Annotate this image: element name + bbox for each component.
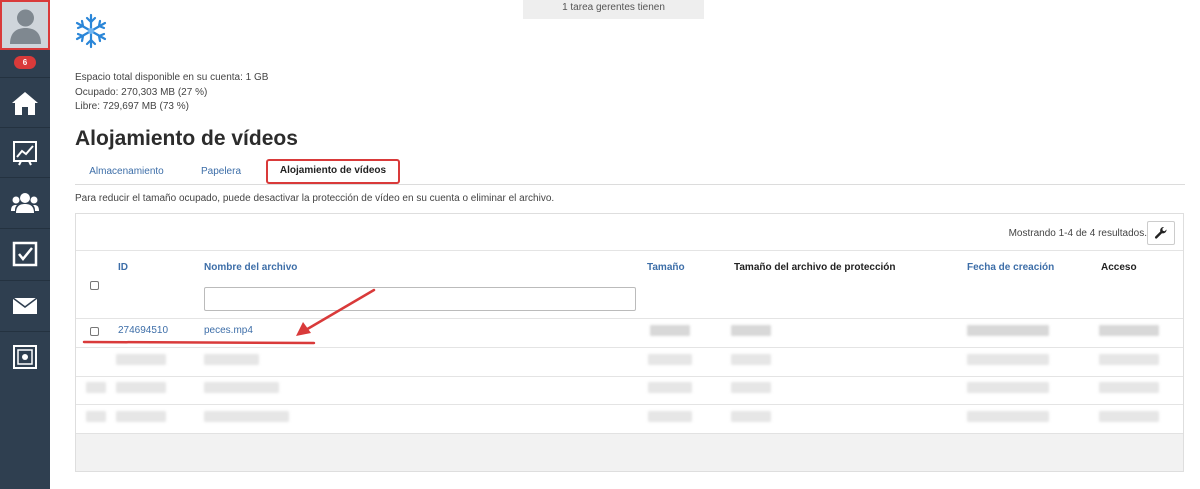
results-count: Mostrando 1-4 de 4 resultados. [1008,228,1147,239]
redacted-cell [967,382,1049,393]
users-icon [11,192,39,213]
column-protection-size: Tamaño del archivo de protección [734,262,896,273]
logo [73,12,109,55]
row-id-link[interactable]: 274694510 [118,325,168,336]
sidebar-item-tasks[interactable] [0,228,50,278]
redacted-cell [116,354,166,365]
wrench-icon [1154,226,1167,239]
redacted-protection-size [731,325,771,336]
redacted-cell [967,354,1049,365]
page-title: Alojamiento de vídeos [75,127,298,150]
column-created[interactable]: Fecha de creación [967,262,1054,273]
envelope-icon [12,296,38,314]
redacted-access [1099,325,1159,336]
storage-used: Ocupado: 270,303 MB (27 %) [75,86,208,98]
redacted-date [967,325,1049,336]
redacted-cell [731,411,771,422]
checkbox-icon [12,241,38,266]
sidebar-item-mail[interactable] [0,280,50,330]
redacted-cell [648,411,692,422]
redacted-cell [731,354,771,365]
redacted-cell [204,354,259,365]
home-icon [12,91,38,115]
tab-bar: Almacenamiento Papelera Alojamiento de v… [75,159,1185,185]
filename-filter-input[interactable] [204,287,636,311]
redacted-cell [86,382,106,393]
storage-info: Espacio total disponible en su cuenta: 1… [75,71,268,115]
row-checkbox[interactable] [90,327,99,336]
select-all-checkbox[interactable] [90,281,99,290]
hint-text: Para reducir el tamaño ocupado, puede de… [75,193,555,204]
snowflake-logo-icon [75,13,107,49]
redacted-cell [967,411,1049,422]
safe-icon [13,344,37,369]
column-filename[interactable]: Nombre del archivo [204,262,297,273]
redacted-cell [204,411,289,422]
chart-icon [13,140,37,165]
row-divider [76,376,1183,377]
sidebar-item-stats[interactable] [0,127,50,177]
column-access: Acceso [1101,262,1137,273]
storage-total: Espacio total disponible en su cuenta: 1… [75,72,269,83]
row-divider [76,404,1183,405]
redacted-cell [116,411,166,422]
avatar[interactable] [0,0,50,50]
user-avatar-icon [10,9,41,44]
table-footer [76,433,1183,471]
sidebar: 6 [0,0,50,489]
column-size[interactable]: Tamaño [647,262,685,273]
tab-video-hosting[interactable]: Alojamiento de vídeos [266,159,400,184]
sidebar-item-contacts[interactable] [0,177,50,227]
redacted-cell [648,382,692,393]
page: 6 1 tarea gerentes tienen Espacio total … [0,0,1200,489]
tab-trash[interactable]: Papelera [186,160,256,184]
redacted-cell [648,354,692,365]
redacted-cell [1099,411,1159,422]
files-table: Mostrando 1-4 de 4 resultados. ID Nombre… [75,213,1184,472]
redacted-cell [204,382,279,393]
table-settings-button[interactable] [1147,221,1175,245]
redacted-cell [731,382,771,393]
tab-storage[interactable]: Almacenamiento [75,160,178,184]
notice-bar: 1 tarea gerentes tienen [523,0,704,19]
sidebar-item-storage[interactable] [0,331,50,381]
sidebar-item-home[interactable] [0,77,50,127]
column-id[interactable]: ID [118,262,128,273]
row-divider [76,347,1183,348]
header-divider [76,318,1183,319]
table-toolbar: Mostrando 1-4 de 4 resultados. [76,214,1183,251]
redacted-size [650,325,690,336]
redacted-cell [86,411,106,422]
notification-badge[interactable]: 6 [14,56,36,69]
redacted-cell [1099,354,1159,365]
row-filename-link[interactable]: peces.mp4 [204,325,253,336]
redacted-cell [116,382,166,393]
storage-free: Libre: 729,697 MB (73 %) [75,101,189,112]
redacted-cell [1099,382,1159,393]
